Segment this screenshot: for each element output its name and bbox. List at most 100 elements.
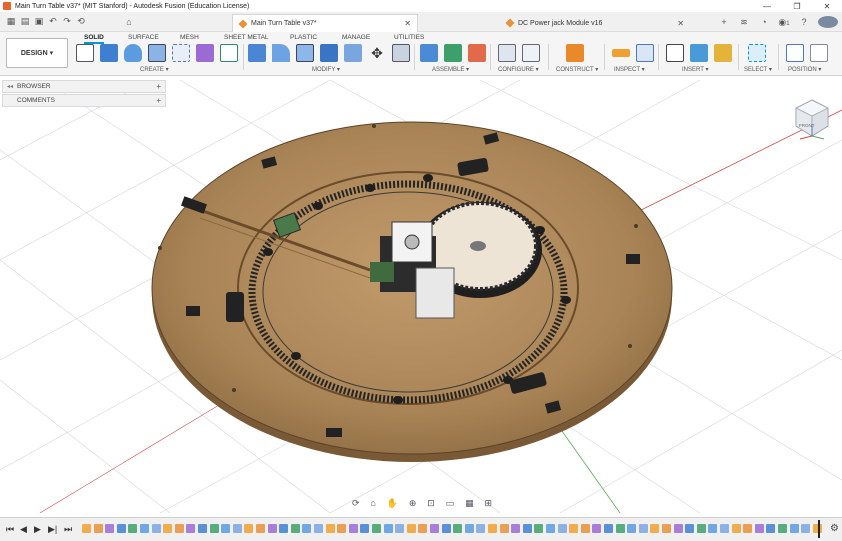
timeline-prev-icon[interactable]: ◀ — [20, 524, 27, 535]
notifications-icon[interactable]: ◉1 — [774, 17, 794, 28]
capture-position-icon[interactable] — [786, 44, 804, 62]
timeline-settings-gear-icon[interactable]: ⚙ — [830, 523, 839, 534]
timeline-feature-icon[interactable] — [569, 524, 579, 533]
timeline-feature-icon[interactable] — [789, 524, 799, 533]
timeline-feature-icon[interactable] — [93, 524, 103, 533]
timeline-feature-icon[interactable] — [383, 524, 393, 533]
tab-surface[interactable]: SURFACE — [128, 34, 159, 41]
timeline-feature-icon[interactable] — [499, 524, 509, 533]
timeline-feature-icon[interactable] — [696, 524, 706, 533]
undo-icon[interactable]: ↶ — [46, 16, 60, 27]
timeline-next-icon[interactable]: ▶| — [48, 524, 57, 535]
timeline-feature-icon[interactable] — [743, 524, 753, 533]
offset-plane-icon[interactable] — [566, 44, 584, 62]
group-position[interactable]: POSITION ▾ — [788, 66, 821, 73]
timeline-feature-icon[interactable] — [580, 524, 590, 533]
measure-icon[interactable] — [612, 49, 630, 57]
timeline-feature-icon[interactable] — [638, 524, 648, 533]
new-component-icon[interactable] — [420, 44, 438, 62]
timeline-feature-icon[interactable] — [476, 524, 486, 533]
timeline-feature-icon[interactable] — [488, 524, 497, 533]
timeline-feature-icon[interactable] — [302, 524, 312, 533]
create-form-icon[interactable] — [196, 44, 214, 62]
timeline-feature-icon[interactable] — [534, 524, 544, 533]
align-icon[interactable] — [392, 44, 410, 62]
timeline-feature-icon[interactable] — [267, 524, 277, 533]
save-icon[interactable]: ▣ — [32, 16, 46, 27]
timeline-feature-icon[interactable] — [314, 524, 323, 533]
group-construct[interactable]: CONSTRUCT ▾ — [556, 66, 598, 73]
viewports-icon[interactable]: ⊞ — [484, 498, 492, 509]
timeline-feature-icon[interactable] — [557, 524, 567, 533]
timeline-feature-icon[interactable] — [82, 524, 91, 533]
group-configure[interactable]: CONFIGURE ▾ — [498, 66, 539, 73]
timeline-feature-icon[interactable] — [186, 524, 196, 533]
insert-mcmaster-icon[interactable] — [714, 44, 732, 62]
timeline-feature-icon[interactable] — [256, 524, 265, 533]
timeline-feature-icon[interactable] — [174, 524, 184, 533]
section-analysis-icon[interactable] — [636, 44, 654, 62]
timeline-feature-icon[interactable] — [522, 524, 532, 533]
combine-icon[interactable] — [344, 44, 362, 62]
revolve-icon[interactable] — [124, 44, 142, 62]
timeline-feature-icon[interactable] — [348, 524, 358, 533]
timeline-end-icon[interactable]: ⏭ — [64, 524, 72, 535]
timeline-start-icon[interactable]: ⏮ — [6, 524, 14, 535]
timeline-feature-icon[interactable] — [232, 524, 242, 533]
collapse-icon[interactable]: ◂◂ — [3, 83, 17, 90]
joint-icon[interactable] — [444, 44, 462, 62]
timeline-feature-icon[interactable] — [418, 524, 428, 533]
share-link-icon[interactable]: ⟲ — [74, 16, 88, 27]
restore-button[interactable]: ❐ — [782, 2, 812, 11]
timeline-feature-icon[interactable] — [708, 524, 718, 533]
timeline-feature-icon[interactable] — [209, 524, 219, 533]
timeline-feature-icon[interactable] — [801, 524, 811, 533]
timeline-feature-icon[interactable] — [163, 524, 173, 533]
tab-plastic[interactable]: PLASTIC — [290, 34, 317, 41]
timeline-feature-icon[interactable] — [662, 524, 671, 533]
create-sketch-icon[interactable] — [76, 44, 94, 62]
timeline-feature-icon[interactable] — [105, 524, 115, 533]
fit-icon[interactable]: ⊡ — [427, 498, 435, 509]
move-copy-icon[interactable]: ✥ — [368, 44, 386, 62]
timeline-feature-icon[interactable] — [128, 524, 138, 533]
tab-sheet-metal[interactable]: SHEET METAL — [224, 34, 269, 41]
timeline-feature-icon[interactable] — [360, 524, 370, 533]
timeline-feature-icon[interactable] — [650, 524, 660, 533]
minimize-button[interactable]: — — [752, 2, 782, 11]
group-create[interactable]: CREATE ▾ — [140, 66, 169, 73]
job-status-icon[interactable]: ◔ — [754, 17, 774, 27]
group-select[interactable]: SELECT ▾ — [744, 66, 772, 73]
orbit-icon[interactable]: ⟳ — [352, 498, 360, 509]
tab-utilities[interactable]: UTILITIES — [394, 34, 424, 41]
close-tab-icon[interactable]: ✕ — [677, 19, 684, 28]
timeline-feature-icon[interactable] — [464, 524, 474, 533]
close-window-button[interactable]: ✕ — [812, 2, 842, 11]
shell-icon[interactable] — [320, 44, 338, 62]
view-cube[interactable]: FRONT — [790, 96, 834, 140]
timeline-feature-icon[interactable] — [406, 524, 416, 533]
help-icon[interactable]: ? — [794, 17, 814, 27]
timeline-feature-icon[interactable] — [546, 524, 555, 533]
configure-rows-icon[interactable] — [522, 44, 540, 62]
extrude-icon[interactable] — [100, 44, 118, 62]
as-built-joint-icon[interactable] — [468, 44, 486, 62]
tab-solid[interactable]: SOLID — [84, 34, 104, 44]
browser-header[interactable]: ◂◂ BROWSER + — [2, 80, 166, 93]
timeline-marker[interactable] — [818, 520, 820, 538]
extensions-icon[interactable]: ≋ — [734, 17, 754, 28]
workspace-switcher-button[interactable]: DESIGN ▾ — [6, 38, 68, 68]
tab-manage[interactable]: MANAGE — [342, 34, 370, 41]
configure-table-icon[interactable] — [498, 44, 516, 62]
hole-icon[interactable] — [148, 44, 166, 62]
timeline-feature-icon[interactable] — [720, 524, 729, 533]
timeline-feature-icon[interactable] — [754, 524, 764, 533]
timeline-feature-icon[interactable] — [221, 524, 231, 533]
timeline-feature-icon[interactable] — [430, 524, 439, 533]
close-tab-icon[interactable]: ✕ — [404, 19, 411, 28]
model-canvas[interactable] — [0, 77, 842, 513]
timeline-feature-icon[interactable] — [290, 524, 300, 533]
insert-derive-icon[interactable] — [666, 44, 684, 62]
avatar[interactable] — [818, 16, 838, 28]
timeline-feature-icon[interactable] — [151, 524, 161, 533]
